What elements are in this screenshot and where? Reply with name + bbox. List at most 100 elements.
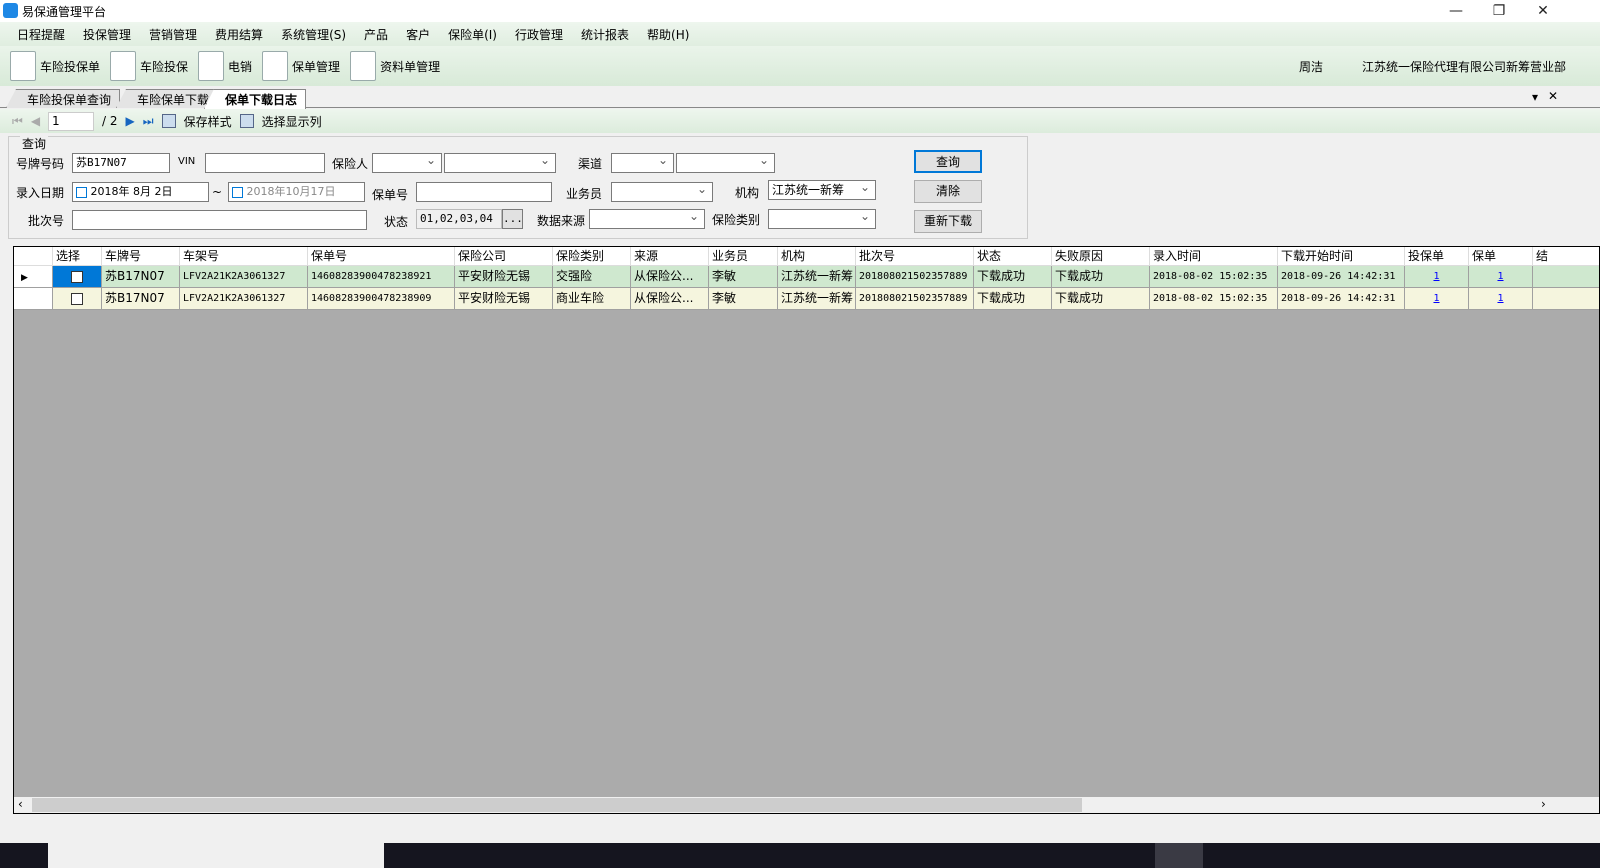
menu-item-4[interactable]: 系统管理(S)	[272, 26, 355, 43]
plate-input[interactable]: 苏B17N07	[72, 153, 170, 173]
pager-toolbar: ⏮ ◀ 1 / 2 ▶ ⏭ 保存样式 选择显示列	[0, 109, 1600, 133]
channel-select[interactable]	[611, 151, 674, 173]
row-header-corner	[14, 247, 53, 266]
cell: 苏B17N07	[102, 288, 180, 310]
cell: 苏B17N07	[102, 266, 180, 288]
column-header[interactable]: 下载开始时间	[1278, 247, 1405, 266]
menu-item-7[interactable]: 保险单(I)	[439, 26, 506, 43]
menu-item-6[interactable]: 客户	[397, 26, 439, 43]
first-page-icon[interactable]: ⏮	[12, 114, 23, 129]
column-header[interactable]: 状态	[974, 247, 1052, 266]
column-header[interactable]: 保单	[1469, 247, 1533, 266]
cell-select[interactable]	[53, 288, 102, 310]
salesman-select[interactable]	[611, 180, 713, 202]
menu-item-0[interactable]: 日程提醒	[8, 26, 74, 43]
status-input[interactable]: 01,02,03,04	[416, 209, 502, 229]
clear-button[interactable]: 清除	[914, 180, 982, 203]
row-select-checkbox[interactable]	[71, 270, 83, 283]
car-insure-button[interactable]: 车险投保	[110, 51, 188, 81]
document-manage-button[interactable]: 资料单管理	[350, 51, 440, 81]
car-proposal-button[interactable]: 车险投保单	[10, 51, 100, 81]
tab-policy-query[interactable]: 车险投保单查询	[6, 89, 121, 108]
column-header[interactable]: 业务员	[709, 247, 778, 266]
cell: 201808021502357889	[856, 266, 974, 288]
table-row[interactable]: 苏B17N07 LFV2A21K2A3061327 1460828390047823…	[14, 288, 1599, 310]
cell-select[interactable]	[53, 266, 102, 288]
batch-label: 批次号	[28, 214, 65, 228]
menu-item-10[interactable]: 帮助(H)	[638, 26, 698, 43]
menu-item-1[interactable]: 投保管理	[74, 26, 140, 43]
minimize-button[interactable]: —	[1434, 0, 1478, 22]
restore-button[interactable]: ❐	[1477, 0, 1521, 22]
menu-item-2[interactable]: 营销管理	[140, 26, 206, 43]
table-row[interactable]: ▶ 苏B17N07 LFV2A21K2A3061327 146082839004782…	[14, 266, 1599, 288]
cell-link[interactable]: 1	[1469, 266, 1533, 288]
row-select-checkbox[interactable]	[71, 292, 83, 305]
page-input[interactable]: 1	[48, 111, 95, 131]
menu-item-5[interactable]: 产品	[355, 26, 397, 43]
date-to-checkbox[interactable]	[232, 186, 243, 198]
insurer-branch-select[interactable]	[444, 151, 556, 173]
search-button[interactable]: 查询	[914, 150, 982, 173]
insurance-type-label: 保险类别	[712, 213, 761, 227]
date-from-checkbox[interactable]	[76, 186, 87, 198]
column-header[interactable]: 车牌号	[102, 247, 180, 266]
cell-link[interactable]: 1	[1469, 288, 1533, 310]
column-header[interactable]: 投保单	[1405, 247, 1469, 266]
date-to-picker[interactable]: 2018年10月17日	[228, 182, 365, 202]
row-header[interactable]	[14, 288, 53, 310]
channel-sub-select[interactable]	[676, 151, 775, 173]
cell-link[interactable]: 1	[1405, 266, 1469, 288]
save-style-button[interactable]: 保存样式	[184, 113, 232, 130]
vin-input[interactable]	[205, 153, 325, 173]
menu-item-8[interactable]: 行政管理	[506, 26, 572, 43]
insurance-type-select[interactable]	[768, 207, 876, 229]
telesales-button[interactable]: 电销	[198, 51, 252, 81]
data-source-select[interactable]	[589, 207, 705, 229]
insurer-select[interactable]	[372, 151, 442, 173]
column-header[interactable]: 录入时间	[1150, 247, 1278, 266]
column-header[interactable]: 失败原因	[1052, 247, 1150, 266]
document-manage-label: 资料单管理	[380, 59, 441, 74]
batch-input[interactable]	[72, 210, 367, 230]
tab-download-log[interactable]: 保单下载日志	[204, 89, 307, 109]
tab-policy-download[interactable]: 车险保单下载	[116, 89, 219, 108]
taskbar-app-button[interactable]	[1155, 843, 1203, 868]
column-header[interactable]: 保单号	[308, 247, 455, 266]
page-total: / 2	[102, 114, 118, 128]
close-button[interactable]: ✕	[1521, 0, 1565, 22]
query-legend: 查询	[20, 135, 49, 152]
column-header[interactable]: 保险类别	[553, 247, 631, 266]
last-page-icon[interactable]: ⏭	[143, 114, 154, 129]
scroll-left-icon[interactable]: ‹	[18, 797, 23, 811]
menu-item-3[interactable]: 费用结算	[206, 26, 272, 43]
column-header[interactable]: 批次号	[856, 247, 974, 266]
choose-columns-button[interactable]: 选择显示列	[262, 113, 322, 130]
redownload-button[interactable]: 重新下载	[914, 210, 982, 233]
date-from-picker[interactable]: 2018年 8月 2日	[72, 182, 209, 202]
status-picker-button[interactable]: ...	[502, 209, 523, 229]
tab-list-dropdown-icon[interactable]: ▾	[1532, 90, 1538, 104]
column-header[interactable]: 保险公司	[455, 247, 553, 266]
column-header[interactable]: 结	[1533, 247, 1599, 266]
scroll-right-icon[interactable]: ›	[1541, 797, 1546, 811]
policy-manage-button[interactable]: 保单管理	[262, 51, 340, 81]
row-header[interactable]: ▶	[14, 266, 53, 288]
column-header[interactable]: 选择	[53, 247, 102, 266]
column-header[interactable]: 机构	[778, 247, 856, 266]
taskbar-search-box[interactable]	[48, 843, 384, 868]
cell-link[interactable]: 1	[1405, 288, 1469, 310]
scrollbar-thumb[interactable]	[32, 798, 1082, 812]
cell: 下载成功	[1052, 266, 1150, 288]
column-header[interactable]: 车架号	[180, 247, 308, 266]
next-page-icon[interactable]: ▶	[126, 114, 135, 128]
window-title: 易保通管理平台	[22, 4, 107, 19]
horizontal-scrollbar[interactable]: ‹ ›	[14, 797, 1599, 813]
tab-close-icon[interactable]: ✕	[1548, 89, 1558, 103]
menu-item-9[interactable]: 统计报表	[572, 26, 638, 43]
prev-page-icon[interactable]: ◀	[31, 114, 40, 128]
column-header[interactable]: 来源	[631, 247, 709, 266]
org-select[interactable]: 江苏统一新筹	[768, 178, 876, 200]
policy-no-input[interactable]	[416, 182, 552, 202]
org-label: 机构	[735, 186, 760, 200]
